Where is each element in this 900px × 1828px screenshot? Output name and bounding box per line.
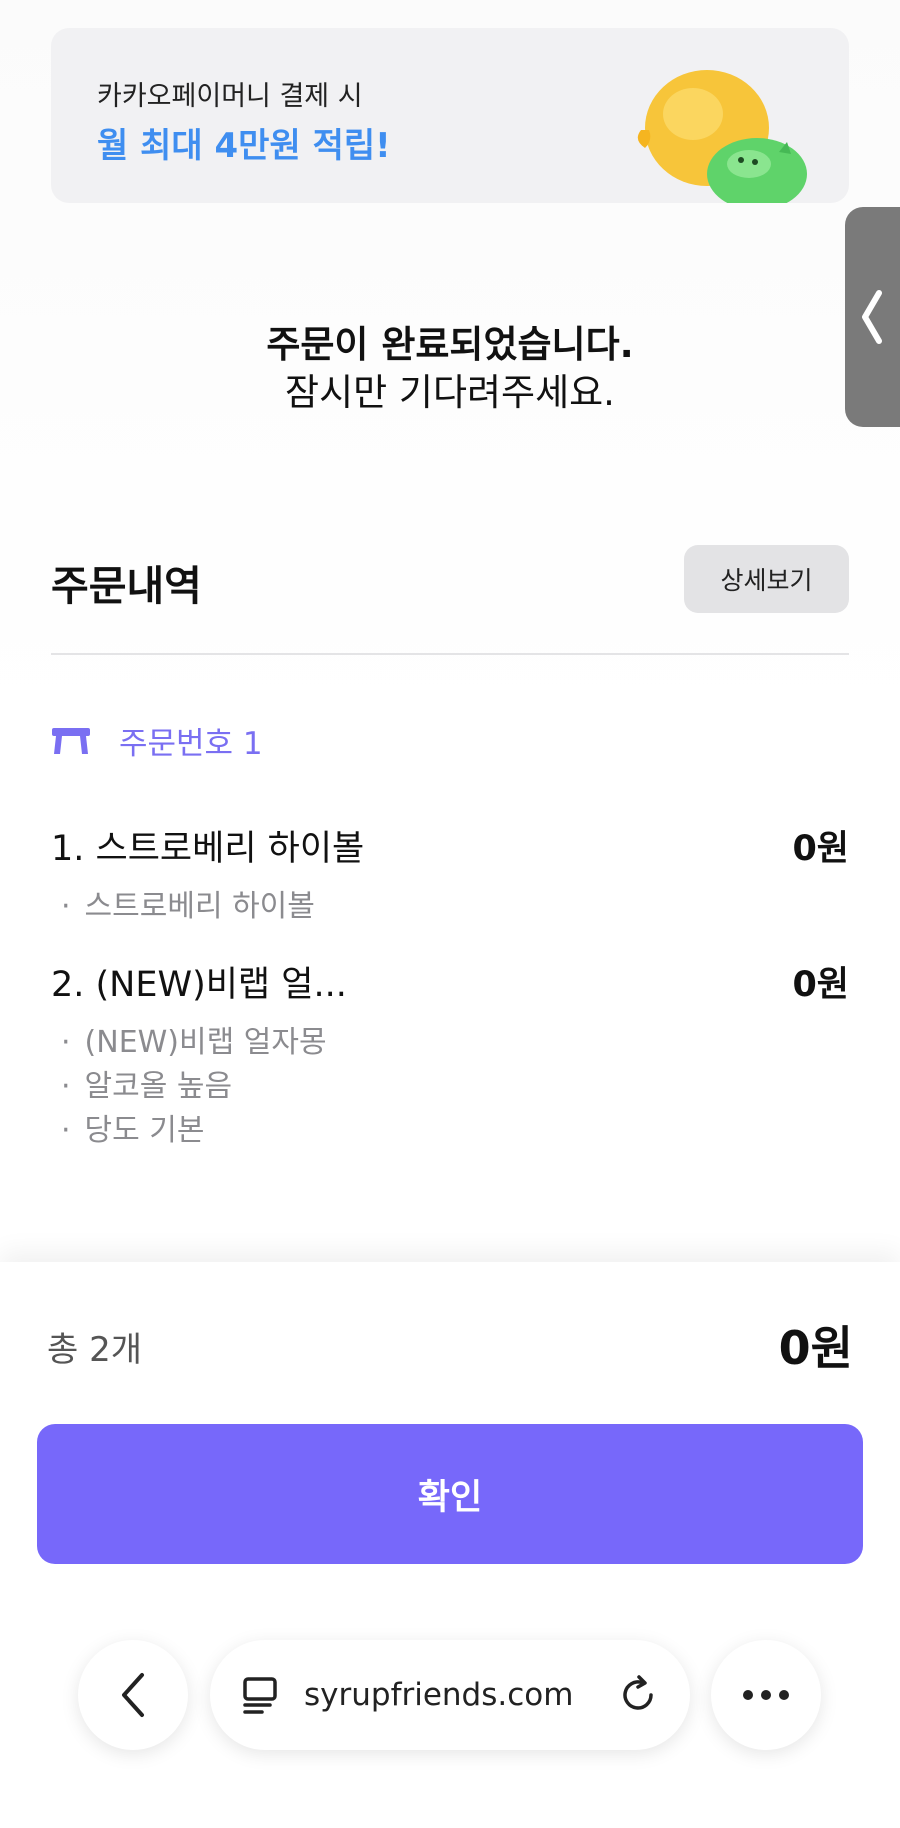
promo-banner[interactable]: 카카오페이머니 결제 시 월 최대 4만원 적립! bbox=[51, 28, 849, 203]
browser-more-button[interactable] bbox=[711, 1640, 821, 1750]
item-name: 1. 스트로베리 하이볼 bbox=[51, 829, 365, 869]
completion-title: 주문이 완료되었습니다. bbox=[266, 323, 634, 366]
divider bbox=[51, 653, 849, 655]
item-price: 0원 bbox=[792, 829, 849, 869]
banner-headline: 월 최대 4만원 적립! bbox=[97, 126, 391, 166]
browser-url: syrupfriends.com bbox=[304, 1677, 574, 1713]
view-details-button[interactable]: 상세보기 bbox=[684, 545, 849, 613]
list-item: 1. 스트로베리 하이볼 0원 스트로베리 하이볼 bbox=[51, 820, 849, 929]
item-option: 알코올 높음 bbox=[51, 1065, 849, 1109]
character-illustration-icon bbox=[637, 70, 807, 203]
total-price: 0원 bbox=[778, 1321, 853, 1375]
completion-subtitle: 잠시만 기다려주세요. bbox=[285, 371, 615, 414]
item-option: (NEW)비랩 얼자몽 bbox=[51, 1021, 849, 1065]
back-icon bbox=[122, 1673, 144, 1717]
reload-icon[interactable] bbox=[618, 1675, 658, 1715]
item-option: 스트로베리 하이볼 bbox=[51, 885, 849, 929]
order-history-title: 주문내역 bbox=[51, 562, 202, 610]
browser-back-button[interactable] bbox=[78, 1640, 188, 1750]
browser-address-bar[interactable]: syrupfriends.com bbox=[210, 1640, 690, 1750]
order-complete-page: 카카오페이머니 결제 시 월 최대 4만원 적립! 주문이 완료되었습니다. 잠… bbox=[0, 0, 900, 1828]
item-price: 0원 bbox=[792, 965, 849, 1005]
more-icon bbox=[743, 1690, 789, 1700]
item-name: 2. (NEW)비랩 얼... bbox=[51, 965, 347, 1005]
banner-subtext: 카카오페이머니 결제 시 bbox=[97, 81, 363, 112]
total-count-label: 총 2개 bbox=[47, 1330, 142, 1370]
completion-message: 주문이 완료되었습니다. 잠시만 기다려주세요. bbox=[0, 322, 900, 418]
order-number-row: 주문번호 1 bbox=[51, 718, 263, 763]
table-icon bbox=[52, 727, 90, 754]
tabs-icon bbox=[243, 1677, 277, 1714]
list-item: 2. (NEW)비랩 얼... 0원 (NEW)비랩 얼자몽 알코올 높음 당도… bbox=[51, 956, 849, 1153]
order-number-label: 주문번호 1 bbox=[119, 726, 263, 762]
item-option: 당도 기본 bbox=[51, 1109, 849, 1153]
confirm-button[interactable]: 확인 bbox=[37, 1424, 863, 1564]
